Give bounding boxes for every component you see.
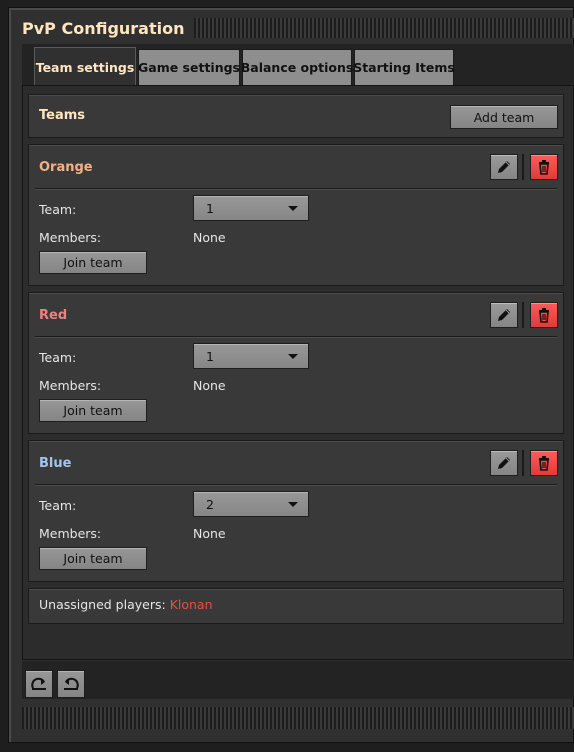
panel-divider <box>35 336 557 337</box>
unassigned-label: Unassigned players: <box>39 597 166 612</box>
members-label: Members: <box>39 230 102 245</box>
team-panel-blue: Blue Team: 2 Members: None Join team <box>28 440 564 582</box>
members-value: None <box>193 378 226 393</box>
join-team-button[interactable]: Join team <box>39 251 147 274</box>
members-label: Members: <box>39 378 102 393</box>
delete-team-button[interactable] <box>530 302 558 328</box>
title-bar[interactable]: PvP Configuration <box>22 15 574 41</box>
tab-balance-options[interactable]: Balance options <box>241 49 353 85</box>
unassigned-players-panel: Unassigned players: Klonan <box>28 588 564 624</box>
team-number-dropdown[interactable]: 2 <box>193 491 309 517</box>
teams-title: Teams <box>39 108 86 123</box>
team-number-dropdown[interactable]: 1 <box>193 343 309 369</box>
button-separator <box>522 450 524 476</box>
team-name: Orange <box>39 160 93 175</box>
tab-game-settings[interactable]: Game settings <box>138 49 240 85</box>
unassigned-players-row: Unassigned players: Klonan <box>39 597 213 612</box>
pencil-icon <box>498 457 510 469</box>
dropdown-value: 1 <box>206 200 214 216</box>
dropdown-value: 2 <box>206 496 214 512</box>
team-name: Blue <box>39 456 72 471</box>
redo-button[interactable] <box>25 670 53 698</box>
panel-divider <box>35 188 557 189</box>
join-team-button[interactable]: Join team <box>39 547 147 570</box>
dropdown-value: 1 <box>206 348 214 364</box>
unassigned-player-name: Klonan <box>169 597 213 612</box>
team-name: Red <box>39 308 68 323</box>
pencil-icon <box>498 309 510 321</box>
redo-icon <box>31 677 46 690</box>
button-separator <box>522 154 524 180</box>
delete-team-button[interactable] <box>530 450 558 476</box>
pvp-configuration-window: PvP Configuration Team settings Game set… <box>8 7 574 743</box>
undo-icon <box>64 677 79 690</box>
bottom-toolbar <box>22 661 574 699</box>
trash-icon <box>539 160 549 175</box>
team-number-dropdown[interactable]: 1 <box>193 195 309 221</box>
tab-content: Teams Add team Orange Team: 1 Members: N… <box>22 85 574 660</box>
tab-bar: Team settings Game settings Balance opti… <box>22 44 574 87</box>
tab-starting-items[interactable]: Starting Items <box>353 49 455 85</box>
team-label: Team: <box>39 202 77 217</box>
panel-divider <box>35 484 557 485</box>
add-team-button[interactable]: Add team <box>450 105 558 129</box>
trash-icon <box>539 456 549 471</box>
undo-button[interactable] <box>57 670 85 698</box>
team-panel-red: Red Team: 1 Members: None Join team <box>28 292 564 434</box>
edit-team-button[interactable] <box>490 154 518 180</box>
join-team-button[interactable]: Join team <box>39 399 147 422</box>
members-value: None <box>193 230 226 245</box>
chevron-down-icon <box>288 206 298 211</box>
chevron-down-icon <box>288 502 298 507</box>
chevron-down-icon <box>288 354 298 359</box>
edit-team-button[interactable] <box>490 302 518 328</box>
button-separator <box>522 302 524 328</box>
trash-icon <box>539 308 549 323</box>
window-title: PvP Configuration <box>22 18 185 38</box>
pencil-icon <box>498 161 510 173</box>
members-value: None <box>193 526 226 541</box>
drag-handle[interactable] <box>194 18 574 38</box>
tab-team-settings[interactable]: Team settings <box>34 47 136 87</box>
footer-drag-handle[interactable] <box>22 707 574 729</box>
edit-team-button[interactable] <box>490 450 518 476</box>
members-label: Members: <box>39 526 102 541</box>
teams-header-panel: Teams Add team <box>28 94 564 138</box>
delete-team-button[interactable] <box>530 154 558 180</box>
team-label: Team: <box>39 498 77 513</box>
team-panel-orange: Orange Team: 1 Members: None Join team <box>28 144 564 286</box>
team-label: Team: <box>39 350 77 365</box>
